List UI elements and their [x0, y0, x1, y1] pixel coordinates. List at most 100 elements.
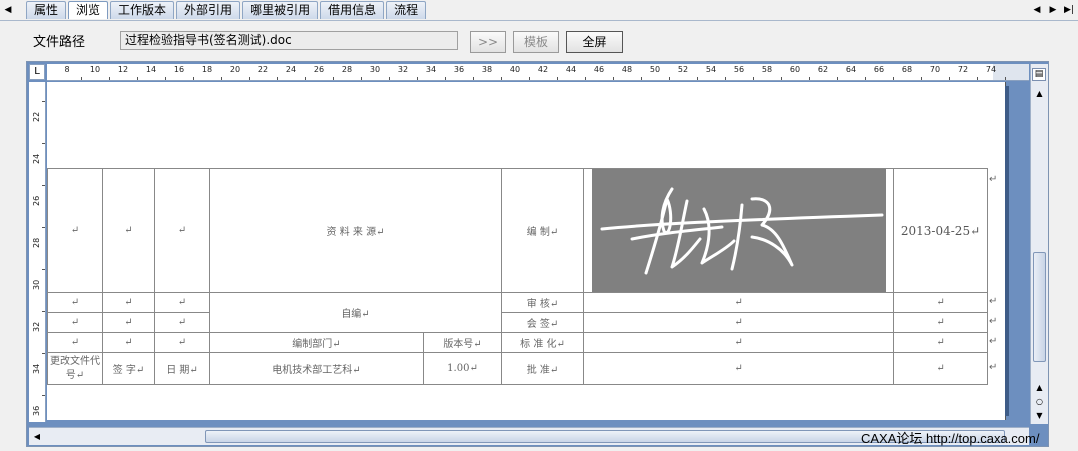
table-cell: ↵ [102, 332, 155, 353]
document-page: ↵ ↵ ↵ 资 料 来 源↵ 编 制↵ 2013-04-25↵ ↵ ↵ ↵ 自编… [47, 82, 1006, 420]
ruler-tick [42, 395, 45, 396]
forum-watermark: CAXA论坛 http://top.caxa.com/ [861, 431, 1040, 446]
ruler-tick [361, 77, 362, 80]
signature-table: ↵ ↵ ↵ 资 料 来 源↵ 编 制↵ 2013-04-25↵ ↵ ↵ ↵ 自编… [47, 168, 989, 385]
table-cell: ↵ [893, 292, 989, 313]
ruler-tick-label: 48 [621, 65, 633, 74]
row-end-mark: ↵ [989, 296, 998, 307]
ruler-tick [165, 77, 166, 80]
ruler-tick [42, 185, 45, 186]
ruler-tick [249, 77, 250, 80]
ruler-tick [865, 77, 866, 80]
tab-stop-selector-icon[interactable]: L [29, 64, 45, 80]
date-label: 日 期↵ [154, 352, 210, 385]
ruler-tick-label: 70 [929, 65, 941, 74]
file-path-input[interactable] [120, 31, 458, 50]
ruler-tick [42, 143, 45, 144]
table-row: ↵ ↵ ↵ 自编↵ 审 核↵ ↵ ↵ [47, 292, 989, 333]
approve-label: 批 准↵ [501, 352, 585, 385]
vertical-scroll-thumb[interactable] [1033, 252, 1046, 362]
ruler-tick [921, 77, 922, 80]
next-page-icon[interactable]: ▼ [1033, 410, 1046, 422]
ruler-tick-label: 32 [397, 65, 409, 74]
tab-prev-icon[interactable]: ◀ [1032, 3, 1042, 17]
tab-workflow[interactable]: 流程 [386, 1, 427, 19]
tab-working-version[interactable]: 工作版本 [110, 1, 175, 19]
page-shadow [1005, 86, 1009, 416]
ruler-tick-label: 22 [32, 111, 41, 122]
ruler-tick-label: 34 [32, 363, 41, 374]
tab-last-icon[interactable]: ▶| [1064, 3, 1074, 17]
ruler-tick-label: 28 [341, 65, 353, 74]
compile-label: 编 制↵ [501, 168, 585, 293]
ruler-tick-label: 8 [64, 65, 70, 74]
tab-properties[interactable]: 属性 [26, 1, 67, 19]
previous-page-icon[interactable]: ▲ [1033, 382, 1046, 394]
tab-borrow-info[interactable]: 借用信息 [320, 1, 385, 19]
scroll-up-icon[interactable]: ▲ [1033, 88, 1046, 100]
ruler-tick-label: 24 [32, 153, 41, 164]
version-label: 版本号↵ [422, 332, 503, 353]
dept-label: 编制部门↵ [209, 332, 424, 353]
table-cell: ↵ [893, 312, 989, 333]
self-compiled-label: 自编↵ [208, 292, 503, 333]
ruler-tick [585, 77, 586, 80]
row-end-mark: ↵ [989, 362, 998, 373]
scroll-left-icon[interactable]: ◀ [31, 430, 43, 443]
table-cell: ↵ [47, 168, 103, 293]
table-cell: ↵ [154, 168, 210, 293]
ruler-toggle-icon[interactable]: ▤ [1032, 68, 1046, 81]
ruler-tick-label: 74 [985, 65, 997, 74]
ruler-tick-label: 20 [229, 65, 241, 74]
tab-where-used[interactable]: 哪里被引用 [242, 1, 319, 19]
standardize-label: 标 准 化↵ [501, 332, 585, 353]
table-cell: ↵ [583, 352, 895, 385]
ruler-tick-label: 26 [313, 65, 325, 74]
ruler-tick [529, 77, 530, 80]
page-area: ↵ ↵ ↵ 资 料 来 源↵ 编 制↵ 2013-04-25↵ ↵ ↵ ↵ 自编… [47, 82, 1029, 422]
more-button[interactable]: >> [470, 31, 506, 53]
table-row: 更改文件代号↵ 签 字↵ 日 期↵ 电机技术部工艺科↵ 1.00↵ 批 准↵ ↵… [47, 352, 989, 385]
ruler-tick-label: 30 [32, 279, 41, 290]
ruler-tick-label: 12 [117, 65, 129, 74]
table-cell: ↵ [47, 292, 103, 313]
ruler-tick [473, 77, 474, 80]
table-row: ↵ ↵ ↵ 会 签↵ ↵ ↵ [47, 312, 989, 333]
tab-navigation: ◀ ▶ ▶| [1032, 3, 1074, 17]
document-viewer[interactable]: L 8 10 12 14 16 18 20 22 24 26 28 30 32 34 36 38 40 42 44 4… [26, 61, 1049, 447]
ruler-tick-label: 16 [173, 65, 185, 74]
browse-object-icon[interactable]: ○ [1033, 396, 1046, 408]
ruler-tick-label: 50 [649, 65, 661, 74]
table-cell: ↵ [583, 312, 895, 333]
ruler-tick [557, 77, 558, 80]
ruler-tick-label: 60 [789, 65, 801, 74]
change-doc-label: 更改文件代号↵ [47, 352, 103, 385]
tab-external-references[interactable]: 外部引用 [176, 1, 241, 19]
ruler-tick [193, 77, 194, 80]
ruler-tick-label: 28 [32, 237, 41, 248]
table-cell: ↵ [154, 292, 210, 313]
tab-browse[interactable]: 浏览 [68, 1, 109, 19]
ruler-tick-label: 10 [89, 65, 101, 74]
row-end-mark: ↵ [989, 316, 998, 327]
table-row: ↵ ↵ ↵ 资 料 来 源↵ 编 制↵ 2013-04-25↵ [47, 168, 989, 293]
fullscreen-button[interactable]: 全屏 [566, 31, 623, 53]
ruler-tick-label: 72 [957, 65, 969, 74]
ruler-tick [641, 77, 642, 80]
ruler-tick [753, 77, 754, 80]
table-cell: ↵ [47, 312, 103, 333]
tab-scroll-left-icon[interactable]: ◀ [2, 3, 14, 17]
ruler-tick [81, 77, 82, 80]
tab-next-icon[interactable]: ▶ [1048, 3, 1058, 17]
ruler-tick [809, 77, 810, 80]
ruler-tick [221, 77, 222, 80]
tab-list: 属性 浏览 工作版本 外部引用 哪里被引用 借用信息 流程 [26, 1, 427, 19]
vertical-scrollbar[interactable]: ▤ ▲ ▲ ○ ▼ [1030, 64, 1048, 424]
template-button[interactable]: 模板 [513, 31, 559, 53]
table-cell: ↵ [154, 312, 210, 333]
ruler-tick-label: 22 [257, 65, 269, 74]
ruler-tick [949, 77, 950, 80]
ruler-tick [781, 77, 782, 80]
handwritten-signature [592, 169, 887, 292]
ruler-tick-label: 32 [32, 321, 41, 332]
